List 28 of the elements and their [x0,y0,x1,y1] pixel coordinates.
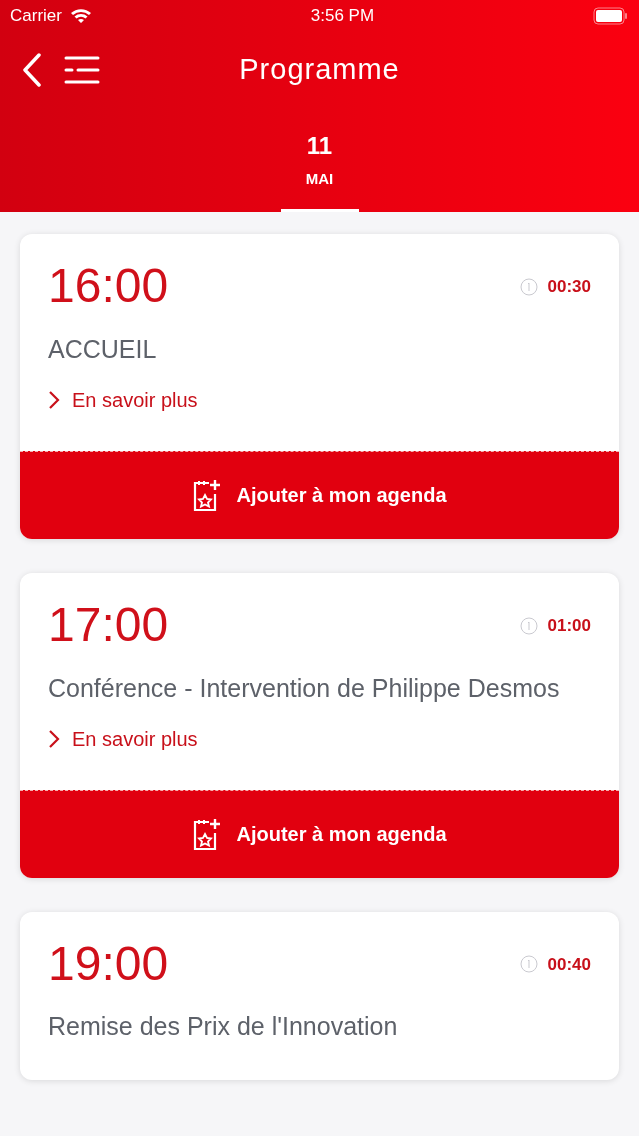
menu-icon[interactable] [64,55,100,85]
event-duration: 00:30 [547,276,591,298]
calendar-star-icon [192,478,223,513]
event-title: ACCUEIL [48,333,158,365]
add-to-agenda-button[interactable]: Ajouter à mon agenda [20,789,619,878]
carrier-label: Carrier [10,5,62,28]
event-time: 16:00 [48,260,169,313]
info-icon [519,955,538,974]
wifi-icon [69,8,92,24]
page-title: Programme [239,53,400,86]
info-icon [519,277,538,296]
info-icon [519,616,538,635]
status-time: 3:56 PM [310,5,375,28]
chevron-icon [48,728,60,749]
event-title: Remise des Prix de l'Innovation [48,1011,399,1043]
chevron-icon [48,389,60,410]
event-duration: 01:00 [547,614,591,637]
back-icon[interactable] [22,53,42,87]
event-title: Conférence - Intervention de Philippe Desmos [48,672,561,704]
calendar-star-icon [192,817,223,852]
more-link[interactable]: En savoir plus [48,384,198,415]
event-time: 19:00 [48,937,169,991]
add-to-agenda-button[interactable]: Ajouter à mon agenda [20,450,619,539]
more-link[interactable]: En savoir plus [48,723,198,754]
battery-icon [593,7,629,25]
date-tab[interactable]: 11 MAI [280,113,359,212]
event-duration: 00:40 [547,953,591,976]
event-time: 17:00 [48,598,169,652]
